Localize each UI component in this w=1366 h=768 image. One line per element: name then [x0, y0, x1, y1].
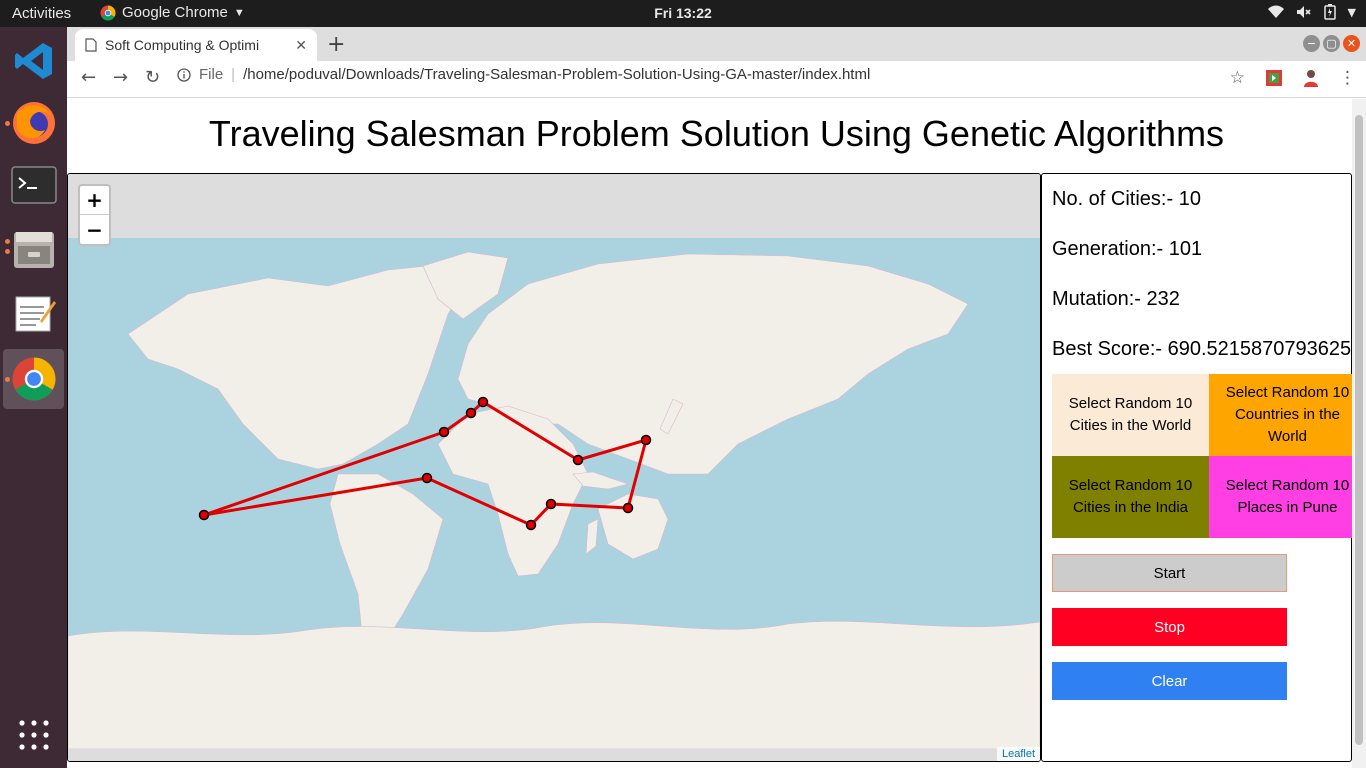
activities-button[interactable]: Activities — [12, 5, 71, 22]
back-arrow-icon[interactable]: ← — [81, 67, 96, 88]
city-marker — [572, 454, 584, 466]
text-editor-launcher[interactable] — [3, 283, 64, 343]
system-top-bar: Activities Google Chrome ▼ Fri 13:22 ▼ — [0, 0, 1366, 27]
menu-kebab-icon[interactable]: ⋮ — [1339, 68, 1356, 88]
reload-icon[interactable]: ↻ — [145, 67, 160, 88]
wifi-icon — [1267, 5, 1284, 18]
control-panel: No. of Cities:- 10 Generation:- 101 Muta… — [1041, 173, 1352, 762]
url-separator: | — [231, 66, 236, 83]
text-editor-icon — [15, 296, 56, 332]
document-icon — [85, 38, 97, 52]
city-marker — [438, 426, 450, 438]
city-marker — [421, 472, 433, 484]
minimize-button[interactable]: − — [1303, 35, 1320, 52]
forward-arrow-icon[interactable]: → — [113, 67, 128, 88]
url-text[interactable]: /home/poduval/Downloads/Traveling-Salesm… — [243, 66, 870, 83]
volume-muted-icon — [1296, 6, 1311, 18]
info-icon — [177, 67, 191, 82]
start-button[interactable]: Start — [1052, 554, 1287, 592]
chrome-icon — [100, 5, 116, 20]
window-controls: − ▢ ✕ — [1303, 35, 1360, 52]
cities-count: No. of Cities:- 10 — [1052, 188, 1201, 210]
map-canvas[interactable] — [68, 174, 1040, 761]
leaflet-attribution-link[interactable]: Leaflet — [996, 747, 1040, 761]
stop-button[interactable]: Stop — [1052, 608, 1287, 646]
new-tab-button[interactable]: + — [327, 32, 345, 57]
close-window-button[interactable]: ✕ — [1343, 35, 1360, 52]
toolbar-actions: ☆ ⋮ — [1230, 68, 1356, 88]
browser-window: Soft Computing & Optimi ✕ + − ▢ ✕ ← → ↻ … — [67, 27, 1366, 768]
firefox-icon — [12, 102, 55, 144]
zoom-out-button[interactable]: − — [80, 215, 109, 244]
browser-toolbar: ← → ↻ File | /home/poduval/Downloads/Tra… — [67, 61, 1366, 98]
select-world-countries-button[interactable]: Select Random 10 Countries in the World — [1209, 374, 1352, 456]
city-marker — [545, 498, 557, 510]
best-score: Best Score:- 690.5215870793625 — [1052, 338, 1352, 360]
launcher-dock — [0, 27, 67, 768]
close-icon[interactable]: ✕ — [295, 37, 307, 54]
terminal-launcher[interactable] — [3, 155, 64, 215]
running-indicator — [5, 239, 10, 244]
running-indicator — [5, 377, 10, 382]
maximize-button[interactable]: ▢ — [1323, 35, 1340, 52]
city-marker — [525, 519, 537, 531]
zoom-control: + − — [78, 184, 111, 246]
chevron-down-icon: ▼ — [233, 6, 245, 19]
select-pune-places-button[interactable]: Select Random 10 Places in Pune — [1209, 456, 1352, 538]
app-menu-label: Google Chrome — [122, 4, 228, 21]
tab-strip: Soft Computing & Optimi ✕ + − ▢ ✕ — [67, 27, 1366, 61]
clear-button[interactable]: Clear — [1052, 662, 1287, 700]
chrome-launcher[interactable] — [3, 349, 64, 409]
zoom-in-button[interactable]: + — [80, 186, 109, 215]
tab-title: Soft Computing & Optimi — [105, 37, 260, 53]
map-tile-gap — [68, 174, 1040, 238]
browser-tab[interactable]: Soft Computing & Optimi ✕ — [75, 29, 317, 61]
chevron-down-icon: ▼ — [1347, 5, 1356, 19]
terminal-icon — [10, 166, 57, 204]
antarctica — [68, 621, 1040, 750]
generation-count: Generation:- 101 — [1052, 238, 1203, 260]
page-title: Traveling Salesman Problem Solution Usin… — [208, 113, 1225, 154]
select-world-cities-button[interactable]: Select Random 10 Cities in the World — [1052, 374, 1209, 456]
mutation-count: Mutation:- 232 — [1052, 288, 1180, 310]
firefox-launcher[interactable] — [3, 93, 64, 153]
address-bar[interactable]: File | /home/poduval/Downloads/Traveling… — [177, 66, 870, 83]
show-applications-button[interactable] — [3, 705, 64, 765]
city-marker — [198, 509, 210, 521]
city-marker — [640, 434, 652, 446]
map-bottom-strip — [68, 749, 1040, 761]
system-tray[interactable]: ▼ — [1267, 4, 1356, 20]
scrollbar-thumb[interactable] — [1355, 115, 1363, 745]
running-indicator — [5, 249, 10, 254]
bookmark-star-icon[interactable]: ☆ — [1230, 68, 1245, 88]
vscode-launcher[interactable] — [3, 31, 64, 91]
running-indicator — [5, 121, 10, 126]
page-content: Traveling Salesman Problem Solution Usin… — [67, 99, 1352, 768]
select-india-cities-button[interactable]: Select Random 10 Cities in the India — [1052, 456, 1209, 538]
url-scheme-label: File — [199, 66, 224, 83]
page-scrollbar[interactable] — [1352, 99, 1366, 768]
world-map[interactable]: + − Leaflet — [67, 173, 1041, 762]
vscode-icon — [14, 43, 52, 79]
city-marker — [465, 407, 477, 419]
profile-avatar-icon[interactable] — [1303, 69, 1319, 87]
app-menu[interactable]: Google Chrome ▼ — [100, 4, 245, 21]
files-launcher[interactable] — [3, 219, 64, 279]
extension-icon[interactable] — [1265, 69, 1283, 87]
city-marker — [477, 396, 489, 408]
chrome-icon — [11, 357, 56, 401]
battery-icon — [1323, 4, 1336, 20]
files-icon — [13, 232, 54, 268]
city-marker — [622, 502, 634, 514]
app-grid-icon — [18, 720, 49, 750]
